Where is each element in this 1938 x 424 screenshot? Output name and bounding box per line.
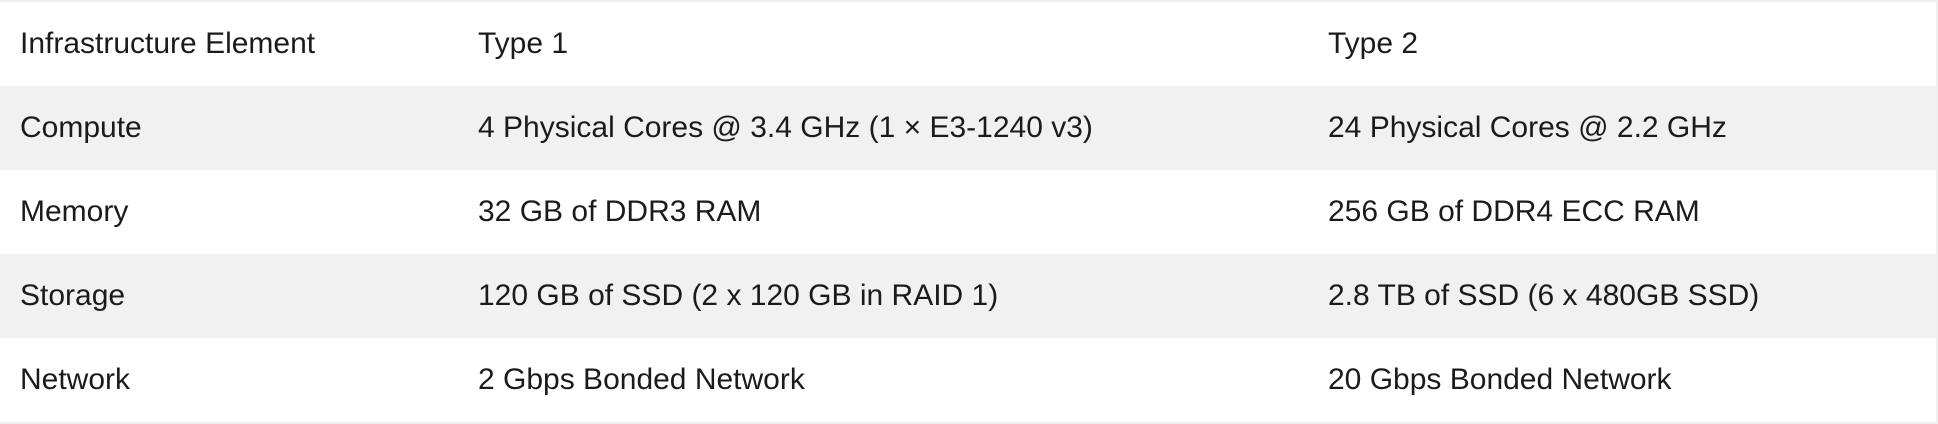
spec-comparison-table: Infrastructure Element Type 1 Type 2 Com… bbox=[0, 2, 1936, 422]
table-row-compute: Compute 4 Physical Cores @ 3.4 GHz (1 × … bbox=[0, 86, 1936, 170]
row-label-cell: Memory bbox=[0, 170, 458, 254]
type-1-cell: 2 Gbps Bonded Network bbox=[458, 338, 1308, 422]
type-1-cell: 32 GB of DDR3 RAM bbox=[458, 170, 1308, 254]
type-1-cell: 4 Physical Cores @ 3.4 GHz (1 × E3-1240 … bbox=[458, 86, 1308, 170]
header-type-1: Type 1 bbox=[458, 2, 1308, 86]
row-label-cell: Compute bbox=[0, 86, 458, 170]
spec-comparison-table-container: Infrastructure Element Type 1 Type 2 Com… bbox=[0, 0, 1938, 424]
table-row-network: Network 2 Gbps Bonded Network 20 Gbps Bo… bbox=[0, 338, 1936, 422]
type-1-cell: 120 GB of SSD (2 x 120 GB in RAID 1) bbox=[458, 254, 1308, 338]
type-2-cell: 2.8 TB of SSD (6 x 480GB SSD) bbox=[1308, 254, 1936, 338]
header-type-2: Type 2 bbox=[1308, 2, 1936, 86]
table-row-storage: Storage 120 GB of SSD (2 x 120 GB in RAI… bbox=[0, 254, 1936, 338]
table-row-memory: Memory 32 GB of DDR3 RAM 256 GB of DDR4 … bbox=[0, 170, 1936, 254]
table-header-row: Infrastructure Element Type 1 Type 2 bbox=[0, 2, 1936, 86]
row-label-cell: Storage bbox=[0, 254, 458, 338]
type-2-cell: 20 Gbps Bonded Network bbox=[1308, 338, 1936, 422]
type-2-cell: 24 Physical Cores @ 2.2 GHz bbox=[1308, 86, 1936, 170]
type-2-cell: 256 GB of DDR4 ECC RAM bbox=[1308, 170, 1936, 254]
row-label-cell: Network bbox=[0, 338, 458, 422]
header-infrastructure-element: Infrastructure Element bbox=[0, 2, 458, 86]
